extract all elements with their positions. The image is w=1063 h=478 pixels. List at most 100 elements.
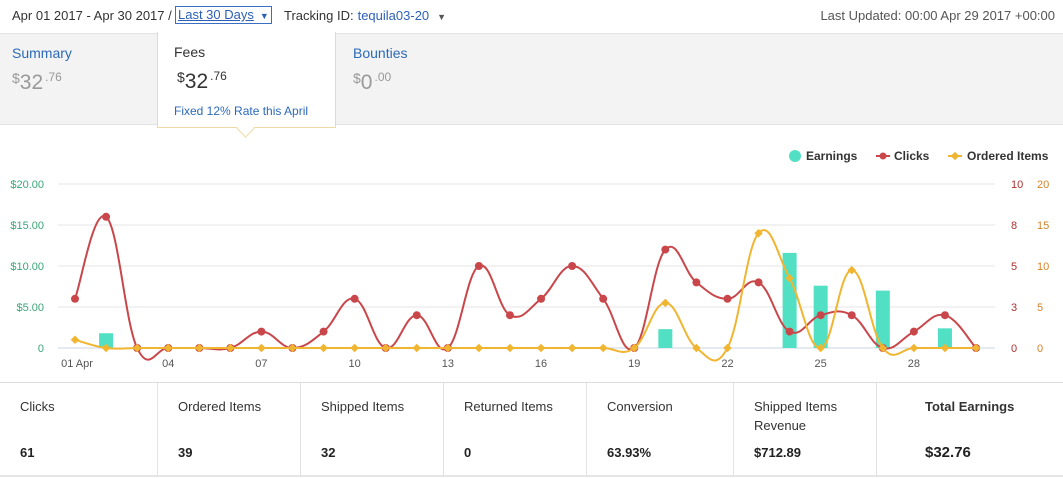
- y-right-clicks-tick-label: 5: [1011, 261, 1017, 273]
- ordered-items-point: [536, 343, 546, 353]
- clicks-point: [568, 262, 577, 270]
- clicks-point: [350, 294, 359, 303]
- legend-label: Ordered Items: [967, 149, 1049, 163]
- ordered-items-point: [505, 343, 515, 353]
- stat-shipped-items: Shipped Items 32: [301, 383, 444, 475]
- bounties-amount: $0.00: [353, 70, 392, 94]
- clicks-point: [319, 327, 328, 336]
- stat-label: Shipped Items Revenue: [754, 399, 838, 433]
- stat-value: 63.93%: [607, 445, 652, 460]
- tracking-id-selector[interactable]: Tracking ID: tequila03-20 ▼: [284, 8, 446, 23]
- stat-label: Clicks: [20, 399, 55, 414]
- stat-label: Total Earnings: [925, 399, 1015, 414]
- stat-value: $712.89: [754, 445, 801, 460]
- x-tick-label: 25: [815, 358, 827, 370]
- ordered-items-point: [226, 343, 235, 353]
- y-right-ordered-tick-label: 5: [1037, 302, 1043, 314]
- header-bar: Apr 01 2017 - Apr 30 2017 / Last 30 Days…: [0, 0, 1063, 32]
- stat-total-earnings: Total Earnings $32.76: [877, 383, 1063, 475]
- clicks-point: [599, 294, 608, 303]
- tracking-label: Tracking ID:: [284, 8, 354, 23]
- clicks-point: [474, 262, 483, 270]
- stat-label: Conversion: [607, 399, 673, 414]
- stats-row: Clicks 61 Ordered Items 39 Shipped Items…: [0, 382, 1063, 477]
- clicks-point: [505, 311, 514, 320]
- clicks-point: [71, 294, 79, 303]
- ordered-items-point: [350, 343, 359, 353]
- legend-label: Clicks: [894, 149, 930, 163]
- last-updated: Last Updated: 00:00 Apr 29 2017 +00:00: [820, 8, 1055, 23]
- ordered-items-point: [723, 343, 732, 353]
- stat-label: Shipped Items: [321, 399, 405, 414]
- legend-ordered-dot: [950, 151, 960, 161]
- fees-tab[interactable]: Fees $32.76 Fixed 12% Rate this April: [157, 32, 336, 138]
- stat-value: 61: [20, 445, 35, 460]
- ordered-items-point: [567, 343, 577, 353]
- chevron-down-icon[interactable]: ▼: [437, 12, 446, 22]
- x-tick-label: 28: [908, 358, 920, 370]
- fees-rate-note[interactable]: Fixed 12% Rate this April: [174, 104, 308, 118]
- stat-value: $32.76: [925, 444, 971, 461]
- legend-earnings-marker: [789, 150, 801, 162]
- clicks-point: [909, 327, 918, 336]
- summary-band: Summary $32.76 Fees $32.76 Fixed 12% Rat…: [0, 32, 1063, 138]
- x-tick-label: 04: [162, 358, 174, 370]
- ordered-items-point: [909, 343, 919, 353]
- ordered-items-point: [598, 343, 608, 353]
- stat-value: 39: [178, 445, 193, 460]
- stat-returned-items: Returned Items 0: [444, 383, 587, 475]
- y-left-tick-label: 0: [38, 343, 44, 355]
- ordered-items-point: [70, 335, 80, 345]
- ordered-items-point: [163, 343, 173, 353]
- stat-clicks: Clicks 61: [0, 383, 158, 475]
- y-right-clicks-tick-label: 10: [1011, 179, 1023, 191]
- x-tick-label: 10: [349, 358, 361, 370]
- legend-label: Earnings: [806, 149, 858, 163]
- chevron-down-icon: ▼: [259, 11, 269, 21]
- summary-amount: $32.76: [12, 70, 62, 94]
- bounties-label[interactable]: Bounties: [353, 45, 407, 61]
- clicks-point: [412, 311, 421, 320]
- ordered-items-point: [319, 343, 328, 353]
- y-right-clicks-tick-label: 8: [1011, 220, 1017, 232]
- ordered-items-point: [381, 343, 390, 353]
- clicks-point: [785, 327, 794, 336]
- period-select-label: Last 30 Days: [178, 7, 254, 22]
- y-right-clicks-tick-label: 0: [1011, 343, 1017, 355]
- stat-value: 0: [464, 445, 472, 460]
- clicks-point: [940, 311, 949, 320]
- fees-amount: $32.76: [177, 69, 227, 93]
- stat-label: Returned Items: [464, 399, 553, 414]
- stat-conversion: Conversion 63.93%: [587, 383, 734, 475]
- x-tick-label: 22: [721, 358, 733, 370]
- clicks-point: [257, 327, 266, 336]
- x-tick-label: 01 Apr: [61, 358, 93, 370]
- ordered-items-point: [288, 343, 297, 353]
- y-right-ordered-tick-label: 15: [1037, 220, 1049, 232]
- x-tick-label: 07: [255, 358, 267, 370]
- earnings-bar: [658, 329, 673, 348]
- period-select[interactable]: Last 30 Days ▼: [175, 6, 272, 24]
- chart-canvas: 0 $5.00 $10.00 $15.00 $20.00 0 3 5 8 10 0 5 10 15 20 01…: [10, 149, 1049, 370]
- summary-label[interactable]: Summary: [12, 45, 72, 61]
- clicks-point: [661, 245, 670, 254]
- y-left-tick-label: $5.00: [16, 302, 44, 314]
- chart-legend: Earnings Clicks Ordered Items: [789, 149, 1049, 163]
- clicks-point: [723, 294, 732, 303]
- y-right-ordered-tick-label: 20: [1037, 179, 1049, 191]
- fees-label[interactable]: Fees: [174, 44, 205, 60]
- date-range: Apr 01 2017 - Apr 30 2017 /: [12, 8, 172, 23]
- ordered-items-point: [195, 343, 204, 353]
- ordered-items-point: [661, 298, 670, 308]
- tracking-id-value[interactable]: tequila03-20: [358, 8, 430, 23]
- clicks-point: [537, 294, 546, 303]
- x-tick-label: 13: [442, 358, 454, 370]
- y-left-tick-label: $15.00: [10, 220, 44, 232]
- ordered-items-point: [474, 343, 484, 353]
- clicks-point: [754, 278, 763, 287]
- y-right-ordered-tick-label: 0: [1037, 343, 1043, 355]
- y-right-clicks-tick-label: 3: [1011, 302, 1017, 314]
- legend-clicks-dot: [879, 152, 887, 160]
- stat-shipped-revenue: Shipped Items Revenue $712.89: [734, 383, 877, 475]
- y-left-tick-label: $10.00: [10, 261, 44, 273]
